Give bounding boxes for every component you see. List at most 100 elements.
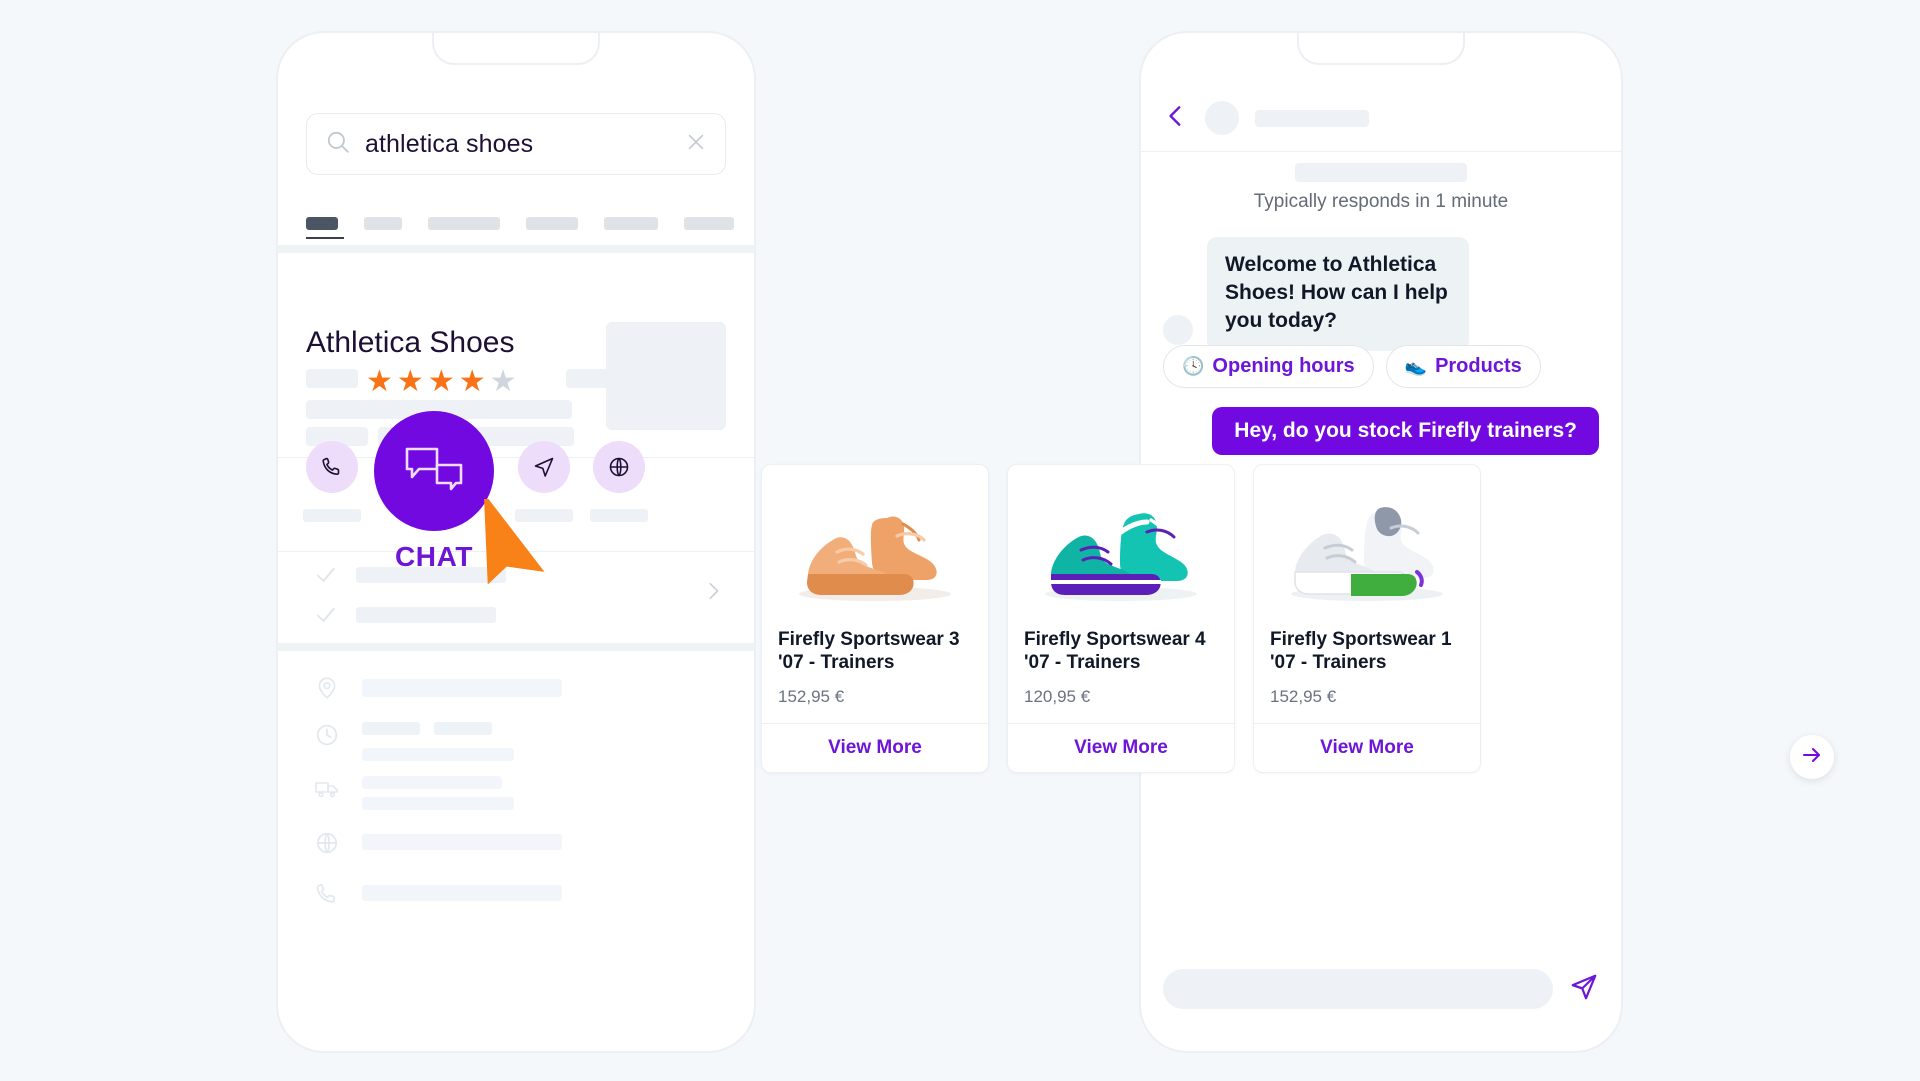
search-box[interactable]: athletica shoes [306, 113, 726, 175]
teal-trainers-image [1045, 513, 1197, 601]
bot-message-row: Welcome to Athletica Shoes! How can I he… [1163, 237, 1469, 351]
chevron-left-icon[interactable] [1163, 103, 1189, 134]
tab-label [604, 217, 658, 230]
location-pin-icon [318, 677, 336, 699]
info-row-phone [314, 881, 562, 907]
action-website-label [590, 509, 648, 522]
tab-item-3[interactable] [526, 217, 578, 230]
tab-label [428, 217, 500, 230]
search-input[interactable]: athletica shoes [365, 130, 685, 159]
action-button-row: CHAT [278, 411, 754, 585]
avatar [1163, 314, 1193, 345]
send-icon[interactable] [1569, 972, 1599, 1007]
product-image [762, 465, 988, 615]
shoe-icon: 👟 [1404, 356, 1428, 376]
star-filled-icon: ★ [396, 365, 424, 398]
product-carousel: Firefly Sportswear 3 '07 - Trainers 152,… [761, 464, 1481, 773]
action-directions-button[interactable] [518, 441, 570, 493]
product-card[interactable]: Firefly Sportswear 1 '07 - Trainers 152,… [1253, 464, 1481, 773]
chat-icon [405, 447, 463, 491]
orange-trainers-image [799, 516, 951, 601]
product-view-more-button[interactable]: View More [762, 723, 988, 772]
info-row-hours [314, 722, 514, 761]
tab-label [526, 217, 578, 230]
info-value-group [362, 722, 514, 761]
section-divider-thick [278, 643, 754, 651]
check-icon [317, 607, 335, 622]
message-composer[interactable] [1163, 969, 1599, 1009]
check-icon [317, 567, 335, 582]
product-body: Firefly Sportswear 3 '07 - Trainers 152,… [762, 615, 988, 723]
quick-reply-opening-hours[interactable]: 🕓 Opening hours [1163, 345, 1374, 388]
info-value [362, 797, 514, 810]
product-view-more-button[interactable]: View More [1254, 723, 1480, 772]
tab-item-4[interactable] [604, 217, 658, 230]
tab-label [684, 217, 734, 230]
product-body: Firefly Sportswear 1 '07 - Trainers 152,… [1254, 615, 1480, 723]
directions-icon [534, 457, 554, 477]
checklist-label [356, 607, 496, 623]
clock-icon: 🕓 [1182, 356, 1205, 376]
section-divider-thick [278, 245, 754, 253]
filter-tabs[interactable] [306, 217, 734, 239]
avatar [1205, 101, 1239, 135]
contact-name [1255, 109, 1369, 127]
star-filled-icon: ★ [427, 365, 455, 398]
close-icon[interactable] [685, 131, 707, 158]
mouse-cursor-arrow [468, 492, 554, 596]
rating-count-placeholder [306, 369, 358, 388]
globe-icon [609, 457, 629, 477]
chat-title-placeholder [1295, 163, 1467, 182]
globe-icon [316, 832, 338, 854]
tab-item-2[interactable] [428, 217, 500, 230]
info-value [362, 748, 514, 761]
product-image [1254, 465, 1480, 615]
tab-item-5[interactable] [684, 217, 734, 230]
truck-icon [315, 782, 338, 798]
search-bar[interactable]: athletica shoes [306, 113, 726, 175]
action-call-button[interactable] [306, 441, 358, 493]
product-view-more-button[interactable]: View More [1008, 723, 1234, 772]
phone-icon [316, 883, 335, 903]
action-website-button[interactable] [593, 441, 645, 493]
info-row-website [314, 830, 562, 856]
tab-item-0[interactable] [306, 217, 344, 239]
tab-label [306, 217, 338, 230]
product-title: Firefly Sportswear 3 '07 - Trainers [778, 629, 960, 673]
arrow-right-icon [1800, 743, 1824, 772]
tab-active-underline [306, 237, 344, 239]
product-title: Firefly Sportswear 1 '07 - Trainers [1270, 629, 1452, 673]
info-row-delivery [314, 776, 514, 810]
info-value [362, 834, 562, 850]
info-value [362, 776, 502, 789]
product-price: 152,95 € [1270, 687, 1337, 706]
product-price: 120,95 € [1024, 687, 1091, 706]
business-name: Athletica Shoes [306, 326, 515, 359]
info-value-group [362, 776, 514, 810]
info-value [362, 885, 562, 901]
checklist-item [314, 603, 496, 627]
product-card[interactable]: Firefly Sportswear 4 '07 - Trainers 120,… [1007, 464, 1235, 773]
screenshot-stage: athletica shoes Athletica Shoes ★ ★ ★ ★ … [0, 0, 1920, 1081]
phone-notch [1297, 33, 1465, 65]
bot-message-bubble: Welcome to Athletica Shoes! How can I he… [1207, 237, 1469, 351]
star-filled-icon: ★ [458, 365, 486, 398]
product-price: 152,95 € [778, 687, 845, 706]
quick-reply-products[interactable]: 👟 Products [1385, 345, 1541, 388]
business-thumbnail[interactable] [606, 322, 726, 430]
info-value [362, 722, 420, 735]
carousel-next-button[interactable] [1790, 735, 1834, 779]
divider [1141, 151, 1621, 152]
tab-item-1[interactable] [364, 217, 402, 230]
phone-notch [432, 33, 600, 65]
quick-reply-label: Opening hours [1212, 355, 1355, 377]
message-input[interactable] [1163, 969, 1553, 1009]
chevron-right-icon[interactable] [702, 580, 724, 607]
chat-header [1141, 85, 1621, 151]
product-image [1008, 465, 1234, 615]
info-row-address [314, 675, 562, 701]
phone-left-search-listing: athletica shoes Athletica Shoes ★ ★ ★ ★ … [276, 31, 756, 1053]
product-card[interactable]: Firefly Sportswear 3 '07 - Trainers 152,… [761, 464, 989, 773]
search-icon [325, 129, 351, 160]
user-message-bubble: Hey, do you stock Firefly trainers? [1212, 407, 1599, 455]
